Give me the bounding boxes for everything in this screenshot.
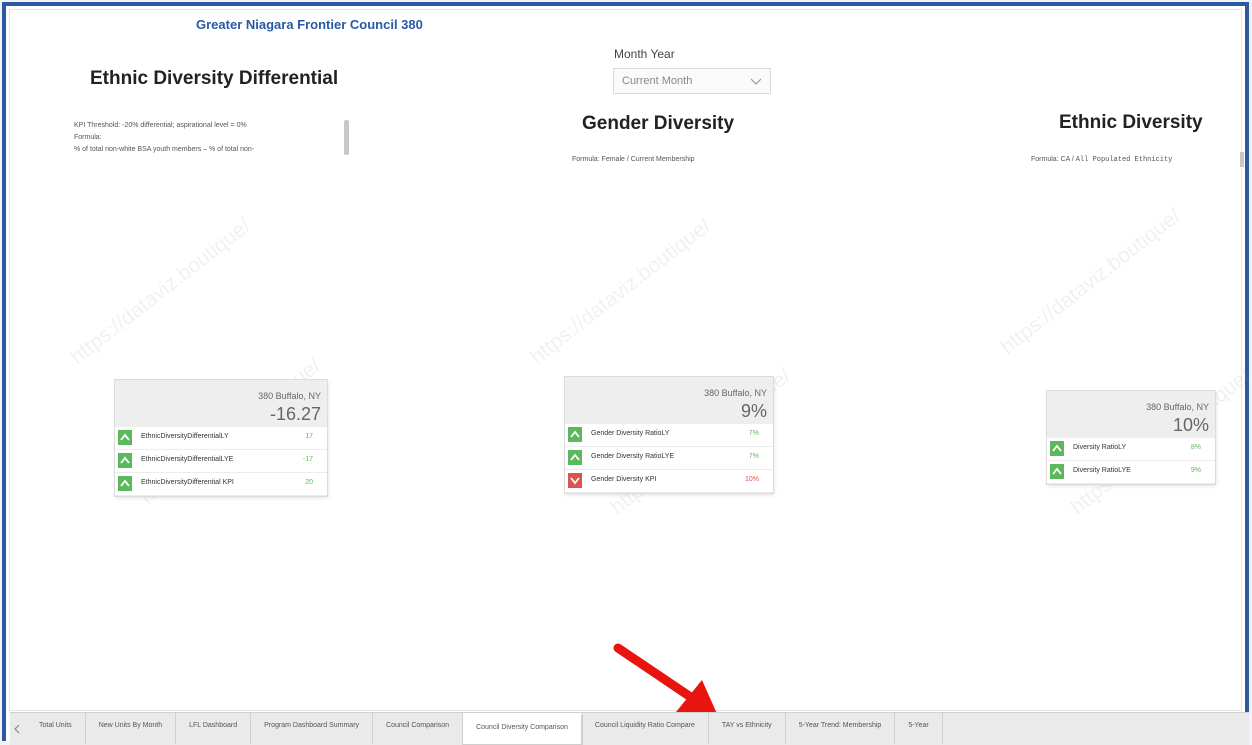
watermark: https://dataviz.boutique/ — [996, 204, 1186, 359]
chevron-down-icon — [750, 75, 762, 87]
month-year-dropdown[interactable]: Current Month — [613, 68, 771, 94]
kpi-value: 9% — [740, 401, 767, 421]
chevron-left-icon[interactable] — [12, 719, 24, 739]
month-year-selected: Current Month — [622, 75, 693, 87]
kpi-location: 380 Buffalo, NY — [1146, 402, 1209, 412]
kpi-value: -16.27 — [269, 404, 321, 424]
ethnic-diversity-differential-kpi-card[interactable]: 380 Buffalo, NY -16.27 EthnicDiversityDi… — [115, 380, 327, 496]
kpi-row-value: 10% — [744, 476, 759, 483]
kpi-row-value: 17 — [305, 433, 313, 440]
kpi-card-header: 380 Buffalo, NY 9% — [565, 377, 773, 424]
council-title: Greater Niagara Frontier Council 380 — [196, 17, 423, 32]
up-arrow-icon — [118, 453, 132, 468]
up-arrow-icon — [568, 427, 582, 442]
kpi-row-value: 20 — [305, 479, 313, 486]
kpi-location: 380 Buffalo, NY — [258, 391, 321, 401]
page-tab-bar: Total Units New Units By Month LFL Dashb… — [10, 712, 1249, 745]
ethnic-diversity-differential-title: Ethnic Diversity Differential — [90, 68, 339, 89]
description-line: % of total non-white BSA youth members –… — [74, 146, 255, 153]
watermark: https://dataviz.boutique/ — [66, 214, 256, 369]
kpi-row-value: -17 — [302, 456, 313, 463]
kpi-row-value: 7% — [748, 430, 759, 437]
kpi-row: EthnicDiversityDifferentialLY 17 — [115, 427, 327, 450]
ethnic-diversity-differential-description: KPI Threshold: -20% differential; aspira… — [74, 120, 344, 170]
kpi-row-name: EthnicDiversityDifferential KPI — [141, 479, 234, 486]
ethnic-diversity-formula: Formula: CA / All Populated Ethnicity — [1031, 156, 1172, 164]
tab-new-units-by-month[interactable]: New Units By Month — [86, 713, 177, 744]
kpi-location: 380 Buffalo, NY — [704, 388, 767, 398]
kpi-row-name: Gender Diversity RatioLYE — [591, 453, 675, 460]
tab-lfl-dashboard[interactable]: LFL Dashboard — [176, 713, 252, 744]
report-canvas: https://dataviz.boutique/ https://datavi… — [10, 10, 1252, 716]
month-year-label: Month Year — [614, 47, 675, 61]
up-arrow-icon — [568, 450, 582, 465]
gender-diversity-kpi-card[interactable]: 380 Buffalo, NY 9% Gender Diversity Rati… — [565, 377, 773, 493]
tab-council-liquidity-ratio-compare[interactable]: Council Liquidity Ratio Compare — [582, 713, 709, 744]
kpi-row-value: 8% — [1190, 444, 1201, 451]
formula-scrollbar[interactable] — [1240, 152, 1244, 167]
kpi-card-header: 380 Buffalo, NY -16.27 — [115, 380, 327, 427]
kpi-row-name: Diversity RatioLY — [1073, 444, 1127, 451]
up-arrow-icon — [118, 430, 132, 445]
tab-5-year[interactable]: 5-Year — [895, 713, 943, 744]
down-arrow-icon — [568, 473, 582, 488]
kpi-row-name: EthnicDiversityDifferentialLYE — [141, 456, 234, 463]
kpi-row-name: EthnicDiversityDifferentialLY — [141, 433, 229, 440]
description-scrollbar[interactable] — [344, 120, 349, 155]
kpi-row: EthnicDiversityDifferentialLYE -17 — [115, 450, 327, 473]
tab-council-comparison[interactable]: Council Comparison — [373, 713, 464, 744]
tab-program-dashboard-summary[interactable]: Program Dashboard Summary — [251, 713, 374, 744]
description-line: KPI Threshold: -20% differential; aspira… — [74, 122, 247, 129]
watermark: https://dataviz.boutique/ — [526, 214, 716, 369]
kpi-row: Gender Diversity RatioLY 7% — [565, 424, 773, 447]
description-line: Formula: — [74, 134, 102, 141]
annotation-arrow-icon — [613, 643, 718, 716]
kpi-row-value: 9% — [1190, 467, 1201, 474]
kpi-row: Diversity RatioLY 8% — [1047, 438, 1215, 461]
kpi-row: Gender Diversity RatioLYE 7% — [565, 447, 773, 470]
tab-council-diversity-comparison[interactable]: Council Diversity Comparison — [463, 713, 582, 744]
tab-5-year-trend-membership[interactable]: 5-Year Trend: Membership — [786, 713, 896, 744]
kpi-row-value: 7% — [748, 453, 759, 460]
ethnic-diversity-title: Ethnic Diversity — [1059, 112, 1203, 133]
formula-prefix: Formula: CA / — [1031, 156, 1076, 163]
up-arrow-icon — [1050, 464, 1064, 479]
tab-tay-vs-ethnicity[interactable]: TAY vs Ethnicity — [709, 713, 786, 744]
kpi-row: Diversity RatioLYE 9% — [1047, 461, 1215, 484]
gender-diversity-title: Gender Diversity — [582, 113, 735, 134]
kpi-value: 10% — [1172, 415, 1209, 435]
kpi-row: EthnicDiversityDifferential KPI 20 — [115, 473, 327, 496]
page-tabs: Total Units New Units By Month LFL Dashb… — [26, 713, 943, 745]
kpi-row-name: Diversity RatioLYE — [1073, 467, 1131, 474]
tab-total-units[interactable]: Total Units — [26, 713, 86, 744]
formula-field: All Populated Ethnicity — [1075, 156, 1173, 164]
kpi-row: Gender Diversity KPI 10% — [565, 470, 773, 493]
ethnic-diversity-kpi-card[interactable]: 380 Buffalo, NY 10% Diversity RatioLY 8%… — [1047, 391, 1215, 484]
gender-diversity-formula: Formula: Female / Current Membership — [572, 156, 695, 163]
kpi-row-name: Gender Diversity KPI — [591, 476, 657, 483]
up-arrow-icon — [1050, 441, 1064, 456]
up-arrow-icon — [118, 476, 132, 491]
kpi-card-header: 380 Buffalo, NY 10% — [1047, 391, 1215, 438]
kpi-row-name: Gender Diversity RatioLY — [591, 430, 670, 437]
